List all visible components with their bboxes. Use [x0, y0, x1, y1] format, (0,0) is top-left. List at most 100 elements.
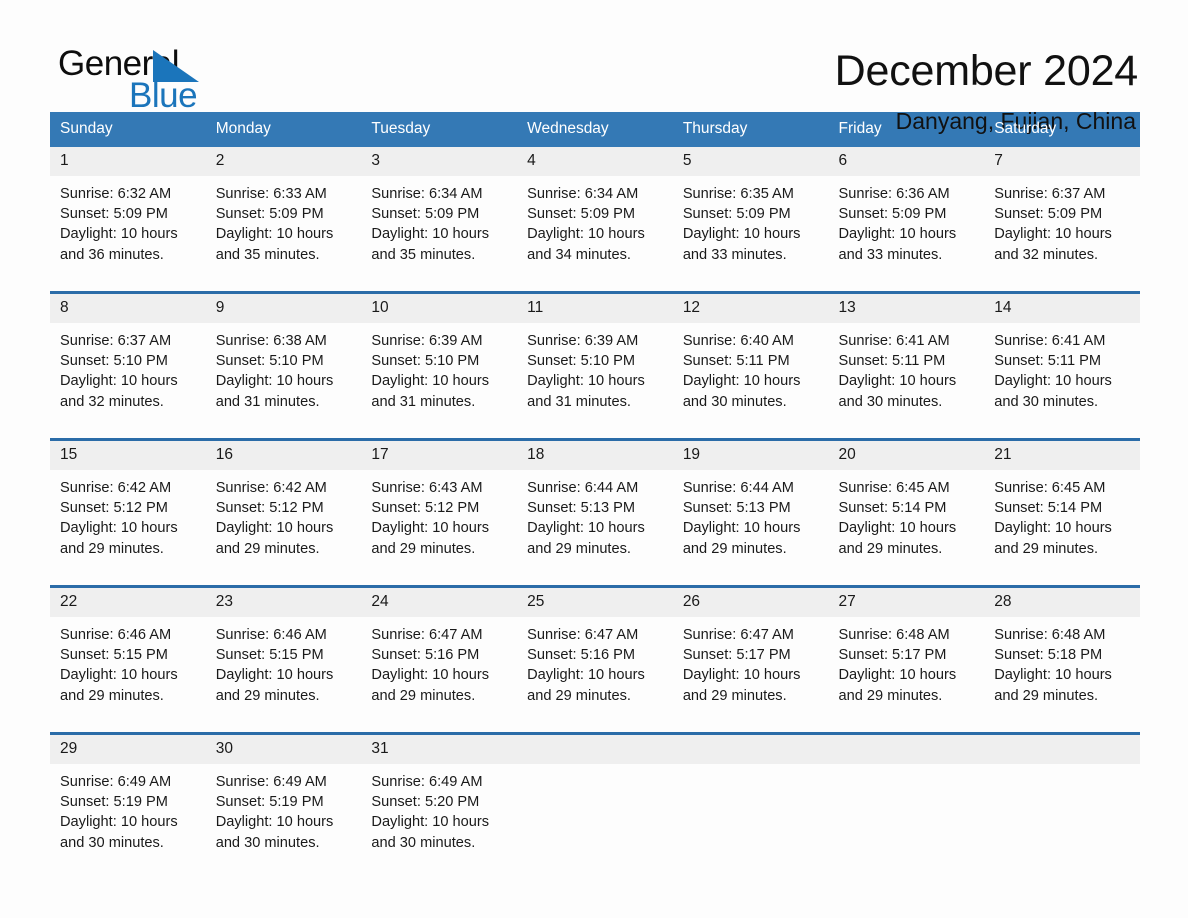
calendar-day-cell[interactable]: 29 Sunrise: 6:49 AM Sunset: 5:19 PM Dayligh… — [50, 732, 206, 863]
day-number-band: 12 — [672, 294, 829, 323]
calendar-body: 1 Sunrise: 6:32 AM Sunset: 5:09 PM Daylight… — [50, 147, 1140, 863]
daylight-text-line2: and 29 minutes. — [838, 540, 943, 557]
day-number: 7 — [994, 152, 1003, 169]
day-number: 26 — [682, 593, 701, 610]
calendar-day-cell[interactable]: 30 Sunrise: 6:49 AM Sunset: 5:19 PM Dayligh… — [205, 732, 362, 863]
calendar-day-cell[interactable]: 22 Sunrise: 6:46 AM Sunset: 5:15 PM Dayligh… — [50, 585, 206, 716]
day-number: 16 — [215, 446, 233, 463]
calendar-day-cell[interactable]: 26 Sunrise: 6:47 AM Sunset: 5:17 PM Dayligh… — [672, 585, 829, 716]
calendar-day-cell[interactable]: 19 Sunrise: 6:44 AM Sunset: 5:13 PM Dayligh… — [672, 438, 829, 569]
day-number: 28 — [994, 593, 1012, 610]
day-cell-details: Sunrise: 6:47 AM Sunset: 5:16 PM Daylight:… — [361, 617, 517, 706]
calendar-day-cell[interactable]: 31 Sunrise: 6:49 AM Sunset: 5:20 PM Dayligh… — [361, 732, 518, 863]
calendar-day-cell[interactable]: 18 Sunrise: 6:44 AM Sunset: 5:13 PM Dayligh… — [517, 438, 673, 569]
day-number: 2 — [215, 152, 225, 169]
sunset-text: Sunset: 5:10 PM — [527, 353, 636, 370]
calendar-day-cell[interactable]: 1 Sunrise: 6:32 AM Sunset: 5:09 PM Daylight… — [50, 147, 206, 275]
day-cell-inner: 14 Sunrise: 6:41 AM Sunset: 5:11 PM Dayligh… — [984, 294, 1140, 422]
day-cell-details — [673, 764, 829, 772]
calendar-day-cell[interactable]: 14 Sunrise: 6:41 AM Sunset: 5:11 PM Dayligh… — [984, 291, 1140, 422]
day-number: 18 — [527, 446, 545, 463]
day-cell-details: Sunrise: 6:34 AM Sunset: 5:09 PM Daylight:… — [361, 176, 517, 265]
calendar-day-cell[interactable]: 27 Sunrise: 6:48 AM Sunset: 5:17 PM Dayligh… — [828, 585, 985, 716]
day-number: 11 — [527, 299, 544, 316]
sunset-text: Sunset: 5:16 PM — [371, 647, 480, 664]
daylight-text-line2: and 29 minutes. — [682, 540, 787, 557]
calendar-day-cell[interactable]: 28 Sunrise: 6:48 AM Sunset: 5:18 PM Dayligh… — [984, 585, 1140, 716]
day-number-band: 1 — [50, 147, 206, 176]
calendar-day-cell[interactable]: 15 Sunrise: 6:42 AM Sunset: 5:12 PM Dayligh… — [50, 438, 206, 569]
calendar-day-cell[interactable]: 2 Sunrise: 6:33 AM Sunset: 5:09 PM Daylight… — [205, 147, 362, 275]
daylight-text-line2: and 29 minutes. — [60, 540, 164, 557]
daylight-text-line2: and 32 minutes. — [994, 246, 1099, 263]
day-cell-inner: 11 Sunrise: 6:39 AM Sunset: 5:10 PM Dayligh… — [517, 294, 673, 422]
daylight-text-line1: Daylight: 10 hours — [215, 814, 334, 831]
sunrise-text: Sunrise: 6:40 AM — [682, 333, 794, 349]
daylight-text-line2: and 29 minutes. — [994, 540, 1099, 557]
calendar-day-cell[interactable]: 5 Sunrise: 6:35 AM Sunset: 5:09 PM Daylight… — [672, 147, 829, 275]
logo-text-blue: Blue — [129, 76, 198, 115]
day-number-band: 15 — [50, 441, 206, 470]
sunset-text: Sunset: 5:19 PM — [215, 794, 324, 811]
calendar-day-cell[interactable]: 6 Sunrise: 6:36 AM Sunset: 5:09 PM Daylight… — [828, 147, 985, 275]
sunrise-text: Sunrise: 6:39 AM — [527, 333, 639, 349]
calendar-day-cell[interactable]: 20 Sunrise: 6:45 AM Sunset: 5:14 PM Dayligh… — [828, 438, 985, 569]
calendar-day-cell[interactable]: 8 Sunrise: 6:37 AM Sunset: 5:10 PM Daylight… — [50, 291, 206, 422]
calendar-day-cell[interactable]: 23 Sunrise: 6:46 AM Sunset: 5:15 PM Dayligh… — [205, 585, 362, 716]
day-cell-inner: 24 Sunrise: 6:47 AM Sunset: 5:16 PM Dayligh… — [361, 588, 518, 716]
day-cell-details: Sunrise: 6:47 AM Sunset: 5:17 PM Daylight:… — [673, 617, 829, 706]
sunset-text: Sunset: 5:09 PM — [682, 206, 791, 223]
calendar-day-cell[interactable]: 3 Sunrise: 6:34 AM Sunset: 5:09 PM Daylight… — [361, 147, 518, 275]
day-number: 17 — [371, 446, 389, 463]
sunset-text: Sunset: 5:15 PM — [60, 647, 168, 664]
calendar-day-cell[interactable]: 25 Sunrise: 6:47 AM Sunset: 5:16 PM Dayligh… — [517, 585, 673, 716]
week-spacer — [50, 422, 1140, 440]
day-number: 22 — [60, 593, 78, 610]
day-number: 9 — [215, 299, 225, 316]
daylight-text-line1: Daylight: 10 hours — [215, 226, 334, 243]
sunset-text: Sunset: 5:11 PM — [838, 353, 946, 370]
calendar-day-cell[interactable]: 12 Sunrise: 6:40 AM Sunset: 5:11 PM Dayligh… — [672, 291, 829, 422]
daylight-text-line2: and 30 minutes. — [994, 393, 1099, 410]
day-number: 3 — [371, 152, 381, 169]
daylight-text-line1: Daylight: 10 hours — [682, 373, 801, 390]
calendar-day-cell[interactable]: 4 Sunrise: 6:34 AM Sunset: 5:09 PM Daylight… — [517, 147, 673, 275]
daylight-text-line1: Daylight: 10 hours — [60, 520, 178, 537]
daylight-text-line2: and 29 minutes. — [527, 687, 631, 704]
day-number: 25 — [527, 593, 545, 610]
calendar-day-cell[interactable]: 9 Sunrise: 6:38 AM Sunset: 5:10 PM Daylight… — [205, 291, 362, 422]
calendar-day-cell[interactable]: 24 Sunrise: 6:47 AM Sunset: 5:16 PM Dayligh… — [361, 585, 518, 716]
day-cell-inner — [984, 735, 1140, 863]
day-number: 1 — [60, 152, 69, 169]
sunrise-text: Sunrise: 6:45 AM — [838, 480, 950, 496]
calendar-week-row: 29 Sunrise: 6:49 AM Sunset: 5:19 PM Dayligh… — [50, 732, 1140, 863]
sunrise-text: Sunrise: 6:36 AM — [838, 186, 950, 202]
calendar-day-cell[interactable]: 7 Sunrise: 6:37 AM Sunset: 5:09 PM Daylight… — [984, 147, 1140, 275]
sunrise-text: Sunrise: 6:38 AM — [215, 333, 327, 349]
calendar-day-cell[interactable]: 11 Sunrise: 6:39 AM Sunset: 5:10 PM Dayligh… — [517, 291, 673, 422]
sunrise-text: Sunrise: 6:47 AM — [371, 627, 483, 643]
calendar-day-cell[interactable]: 17 Sunrise: 6:43 AM Sunset: 5:12 PM Dayligh… — [361, 438, 518, 569]
day-cell-details — [517, 764, 673, 772]
day-number-band: 3 — [361, 147, 518, 176]
sunset-text: Sunset: 5:09 PM — [371, 206, 480, 223]
calendar-day-cell[interactable]: 16 Sunrise: 6:42 AM Sunset: 5:12 PM Dayligh… — [205, 438, 362, 569]
day-cell-details: Sunrise: 6:33 AM Sunset: 5:09 PM Daylight:… — [206, 176, 362, 265]
day-number: 30 — [215, 740, 233, 757]
daylight-text-line1: Daylight: 10 hours — [527, 520, 645, 537]
daylight-text-line1: Daylight: 10 hours — [60, 667, 178, 684]
calendar-day-cell[interactable]: 10 Sunrise: 6:39 AM Sunset: 5:10 PM Dayligh… — [361, 291, 518, 422]
day-number-band — [517, 735, 673, 764]
sunrise-text: Sunrise: 6:45 AM — [994, 480, 1106, 496]
daylight-text-line1: Daylight: 10 hours — [682, 520, 801, 537]
sunrise-text: Sunrise: 6:34 AM — [527, 186, 639, 202]
day-number-band: 20 — [828, 441, 985, 470]
day-number-band: 4 — [517, 147, 673, 176]
week-spacer-cell — [50, 569, 1140, 587]
calendar-day-cell[interactable]: 13 Sunrise: 6:41 AM Sunset: 5:11 PM Dayligh… — [828, 291, 985, 422]
calendar-day-cell[interactable]: 21 Sunrise: 6:45 AM Sunset: 5:14 PM Dayligh… — [984, 438, 1140, 569]
week-spacer-cell — [50, 422, 1140, 440]
sunrise-text: Sunrise: 6:35 AM — [682, 186, 794, 202]
week-spacer — [50, 569, 1140, 587]
day-number-band: 19 — [672, 441, 829, 470]
